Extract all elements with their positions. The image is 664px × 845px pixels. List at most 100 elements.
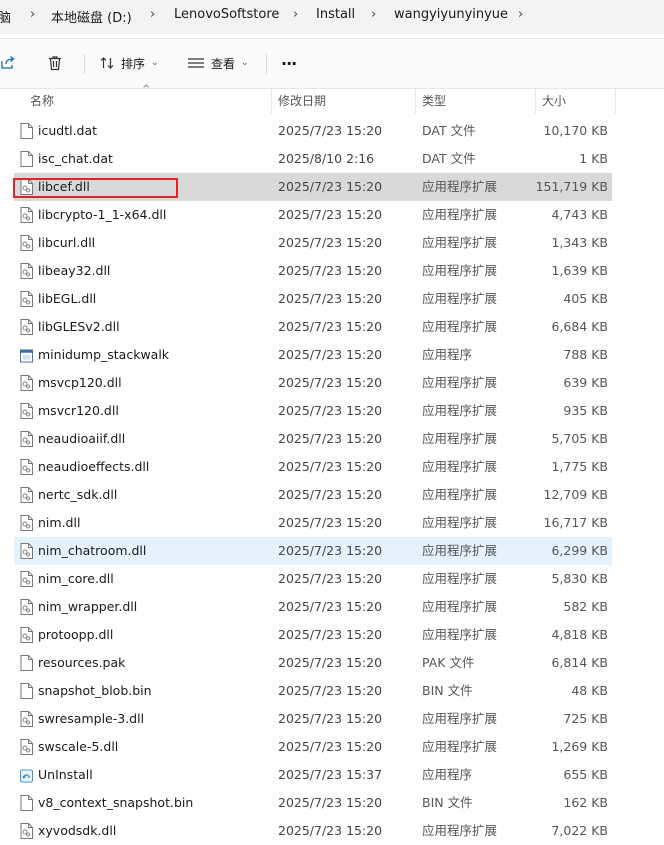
chevron-right-icon[interactable]: › xyxy=(150,7,155,22)
chevron-right-icon[interactable]: › xyxy=(371,7,376,22)
file-type: 应用程序扩展 xyxy=(422,431,498,446)
file-row[interactable]: nim_core.dll 2025/7/23 15:20 应用程序扩展 5,830 K… xyxy=(14,565,612,593)
file-name: nim_core.dll xyxy=(38,571,114,586)
breadcrumb-item-current[interactable]: wangyiyunyinyue xyxy=(394,7,508,22)
file-row[interactable]: msvcp120.dll 2025/7/23 15:20 应用程序扩展 639 KB xyxy=(14,369,612,397)
file-size: 5,830 KB xyxy=(551,571,608,586)
file-row[interactable]: protoopp.dll 2025/7/23 15:20 应用程序扩展 4,818 K… xyxy=(14,621,612,649)
file-name: icudtl.dat xyxy=(38,123,98,138)
file-row[interactable]: xyvodsdk.dll 2025/7/23 15:20 应用程序扩展 7,022 K… xyxy=(14,817,612,845)
file-type: 应用程序扩展 xyxy=(422,459,498,474)
sort-icon xyxy=(100,57,114,69)
file-modified-date: 2025/7/23 15:20 xyxy=(278,823,383,838)
address-bar[interactable]: 脑 › 本地磁盘 (D:) › LenovoSoftstore › Instal… xyxy=(0,0,664,34)
file-type: 应用程序扩展 xyxy=(422,207,498,222)
chevron-right-icon[interactable]: › xyxy=(293,7,298,22)
column-name[interactable]: 名称 xyxy=(22,88,270,114)
file-name: msvcr120.dll xyxy=(38,403,119,418)
file-size: 7,022 KB xyxy=(551,823,608,838)
file-row[interactable]: msvcr120.dll 2025/7/23 15:20 应用程序扩展 935 KB xyxy=(14,397,612,425)
file-row[interactable]: neaudioaiif.dll 2025/7/23 15:20 应用程序扩展 5,70… xyxy=(14,425,612,453)
file-size: 6,684 KB xyxy=(551,319,608,334)
file-modified-date: 2025/7/23 15:20 xyxy=(278,403,383,418)
file-row[interactable]: libcrypto-1_1-x64.dll 2025/7/23 15:20 应用程序… xyxy=(14,201,612,229)
breadcrumb-item-install[interactable]: Install xyxy=(316,7,355,22)
sort-label: 排序 xyxy=(121,56,146,71)
file-name: nim_chatroom.dll xyxy=(38,543,147,558)
file-row[interactable]: UnInstall 2025/7/23 15:37 应用程序 655 KB xyxy=(14,761,612,789)
file-name: nim.dll xyxy=(38,515,81,530)
file-name: xyvodsdk.dll xyxy=(38,823,117,838)
file-modified-date: 2025/7/23 15:20 xyxy=(278,683,383,698)
file-name: libeay32.dll xyxy=(38,263,111,278)
file-size: 639 KB xyxy=(563,375,608,390)
view-label: 查看 xyxy=(211,56,236,71)
file-row[interactable]: libGLESv2.dll 2025/7/23 15:20 应用程序扩展 6,684 … xyxy=(14,313,612,341)
chevron-right-icon[interactable]: › xyxy=(518,7,523,22)
column-type[interactable]: 类型 xyxy=(414,88,534,114)
command-bar: 排序 ⌄ 查看 ⌄ ··· xyxy=(0,40,664,89)
view-button[interactable]: 查看 ⌄ xyxy=(187,48,249,78)
file-type: 应用程序扩展 xyxy=(422,375,498,390)
file-row[interactable]: resources.pak 2025/7/23 15:20 PAK 文件 6,814 … xyxy=(14,649,612,677)
file-modified-date: 2025/7/23 15:20 xyxy=(278,235,383,250)
file-row[interactable]: isc_chat.dat 2025/8/10 2:16 DAT 文件 1 KB xyxy=(14,145,612,173)
file-size: 12,709 KB xyxy=(543,487,608,502)
file-size: 6,299 KB xyxy=(551,543,608,558)
file-row[interactable]: neaudioeffects.dll 2025/7/23 15:20 应用程序扩展 1… xyxy=(14,453,612,481)
file-size: 725 KB xyxy=(563,711,608,726)
file-modified-date: 2025/7/23 15:20 xyxy=(278,543,383,558)
file-modified-date: 2025/7/23 15:20 xyxy=(278,263,383,278)
file-type: PAK 文件 xyxy=(422,655,475,670)
breadcrumb-item-lenovosoftstore[interactable]: LenovoSoftstore xyxy=(174,7,279,22)
file-row[interactable]: libcurl.dll 2025/7/23 15:20 应用程序扩展 1,343 KB xyxy=(14,229,612,257)
share-button[interactable] xyxy=(0,48,16,78)
file-row[interactable]: libeay32.dll 2025/7/23 15:20 应用程序扩展 1,639 K… xyxy=(14,257,612,285)
column-date[interactable]: 修改日期 xyxy=(270,88,415,114)
file-row[interactable]: nim_chatroom.dll 2025/7/23 15:20 应用程序扩展 6,2… xyxy=(14,537,612,565)
more-options-button[interactable]: ··· xyxy=(281,48,297,78)
column-size[interactable]: 大小 xyxy=(534,88,614,114)
file-row[interactable]: swscale-5.dll 2025/7/23 15:20 应用程序扩展 1,269 … xyxy=(14,733,612,761)
delete-button[interactable] xyxy=(47,48,63,78)
file-row[interactable]: v8_context_snapshot.bin 2025/7/23 15:20 BI… xyxy=(14,789,612,817)
file-modified-date: 2025/7/23 15:20 xyxy=(278,627,383,642)
file-modified-date: 2025/7/23 15:20 xyxy=(278,375,383,390)
file-size: 6,814 KB xyxy=(551,655,608,670)
file-type: 应用程序扩展 xyxy=(422,599,498,614)
file-modified-date: 2025/7/23 15:20 xyxy=(278,291,383,306)
file-type: 应用程序扩展 xyxy=(422,543,498,558)
file-row[interactable]: nim_wrapper.dll 2025/7/23 15:20 应用程序扩展 582 … xyxy=(14,593,612,621)
file-type: 应用程序扩展 xyxy=(422,823,498,838)
file-type: 应用程序扩展 xyxy=(422,403,498,418)
file-size: 788 KB xyxy=(563,347,608,362)
file-size: 4,743 KB xyxy=(551,207,608,222)
file-row[interactable]: nertc_sdk.dll 2025/7/23 15:20 应用程序扩展 12,709… xyxy=(14,481,612,509)
file-modified-date: 2025/8/10 2:16 xyxy=(278,151,375,166)
file-row[interactable]: nim.dll 2025/7/23 15:20 应用程序扩展 16,717 KB xyxy=(14,509,612,537)
file-name: libEGL.dll xyxy=(38,291,97,306)
file-size: 5,705 KB xyxy=(551,431,608,446)
file-row[interactable]: libEGL.dll 2025/7/23 15:20 应用程序扩展 405 KB xyxy=(14,285,612,313)
file-name: minidump_stackwalk xyxy=(38,347,170,362)
annotation-highlight-box xyxy=(13,178,178,198)
file-modified-date: 2025/7/23 15:20 xyxy=(278,459,383,474)
file-name: libGLESv2.dll xyxy=(38,319,120,334)
file-row[interactable]: icudtl.dat 2025/7/23 15:20 DAT 文件 10,170 KB xyxy=(14,117,612,145)
file-size: 405 KB xyxy=(563,291,608,306)
breadcrumb-item-pc[interactable]: 脑 xyxy=(0,7,11,26)
file-size: 4,818 KB xyxy=(551,627,608,642)
file-type: DAT 文件 xyxy=(422,123,476,138)
file-row[interactable]: minidump_stackwalk 2025/7/23 15:20 应用程序 788… xyxy=(14,341,612,369)
file-row[interactable]: swresample-3.dll 2025/7/23 15:20 应用程序扩展 725… xyxy=(14,705,612,733)
file-row[interactable]: snapshot_blob.bin 2025/7/23 15:20 BIN 文件 48… xyxy=(14,677,612,705)
chevron-down-icon: ⌄ xyxy=(241,58,249,68)
chevron-right-icon[interactable]: › xyxy=(30,7,35,22)
file-name: msvcp120.dll xyxy=(38,375,122,390)
file-size: 1,343 KB xyxy=(551,235,608,250)
column-divider[interactable] xyxy=(615,88,616,114)
file-type: 应用程序 xyxy=(422,347,473,362)
breadcrumb-item-drive[interactable]: 本地磁盘 (D:) xyxy=(51,7,132,26)
sort-button[interactable]: 排序 ⌄ xyxy=(99,48,159,78)
file-type: 应用程序扩展 xyxy=(422,319,498,334)
